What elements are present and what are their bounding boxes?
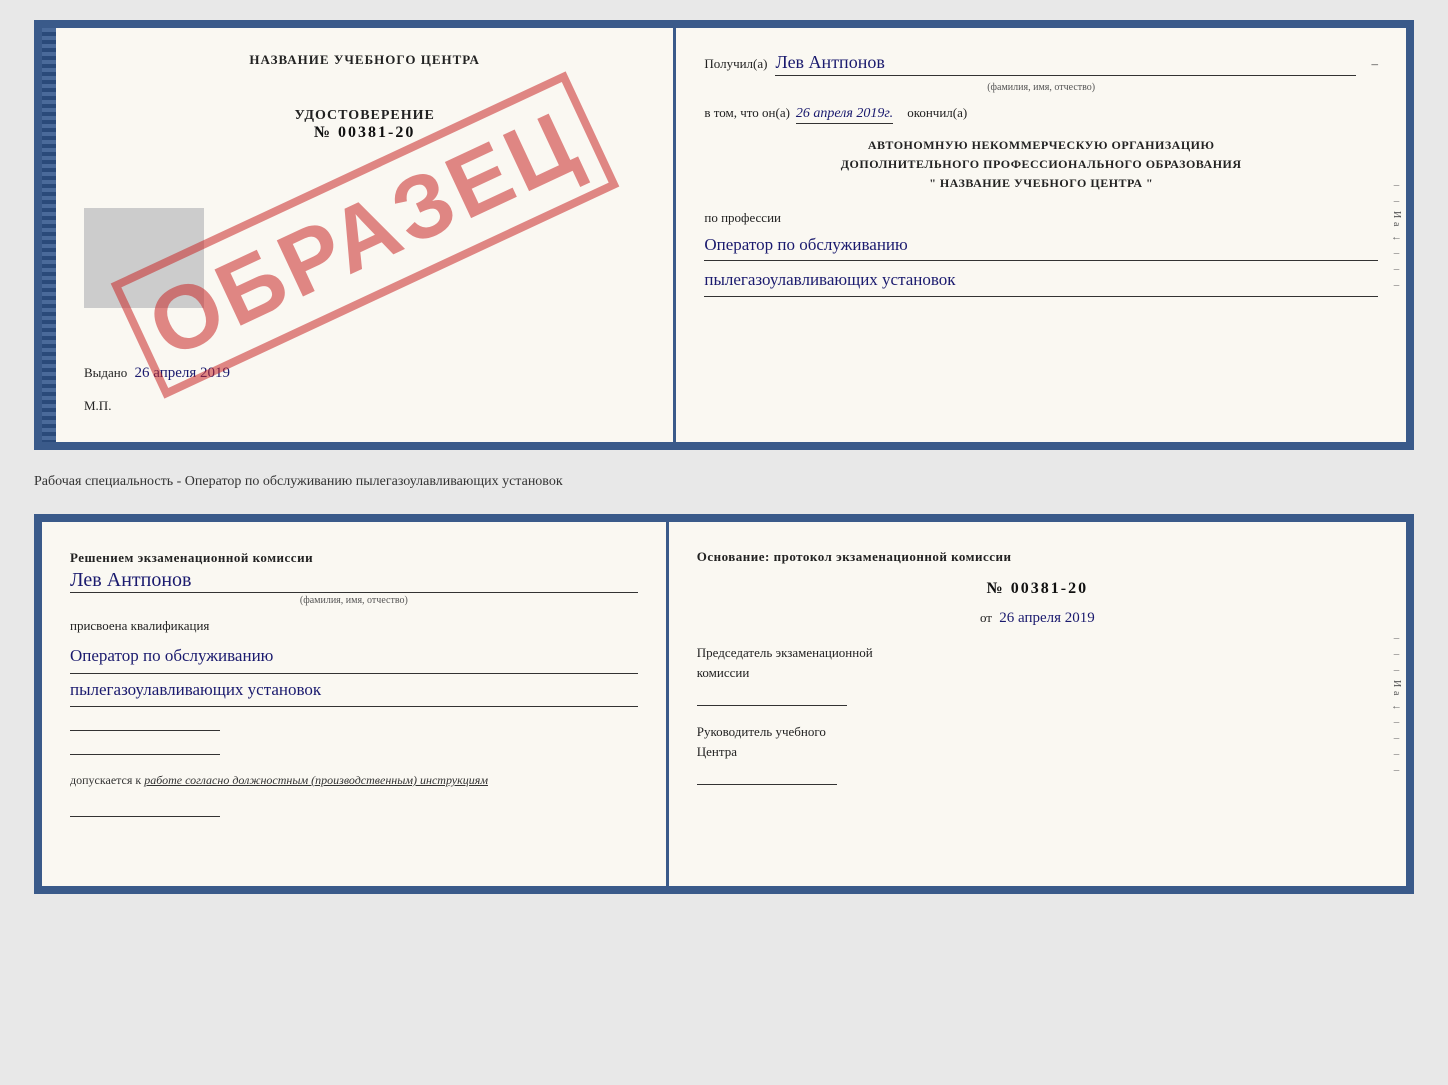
vtom-line: в том, что он(а) 26 апреля 2019г. окончи…	[704, 105, 1378, 124]
dopuskaetsya-text: работе согласно должностным (производств…	[144, 773, 488, 787]
bottom-recipient-name: Лев Антпонов	[70, 569, 638, 593]
udostoverenie-block: УДОСТОВЕРЕНИЕ № 00381-20	[84, 108, 645, 142]
poluchil-line: Получил(а) Лев Антпонов –	[704, 52, 1378, 76]
vydano-date: 26 апреля 2019	[135, 365, 231, 381]
bottom-right-side-markers: – – – И а ← – – – –	[1391, 522, 1402, 886]
right-side-markers: – – И а ← – – –	[1391, 28, 1402, 442]
rukovoditel-block: Руководитель учебного Центра	[697, 722, 1378, 785]
resheniem-label: Решением экзаменационной комиссии	[70, 546, 638, 569]
udostoverenie-number: № 00381-20	[84, 124, 645, 142]
predsedatel-line2: комиссии	[697, 663, 1378, 683]
predsedatel-line1: Председатель экзаменационной	[697, 643, 1378, 663]
qualification-line1: Оператор по обслуживанию	[70, 640, 638, 673]
po-professii-label: по профессии	[704, 210, 1378, 226]
signature-line-1	[70, 711, 220, 731]
org-line3: " НАЗВАНИЕ УЧЕБНОГО ЦЕНТРА "	[704, 174, 1378, 193]
top-left-page: НАЗВАНИЕ УЧЕБНОГО ЦЕНТРА УДОСТОВЕРЕНИЕ №…	[56, 28, 676, 442]
ot-line: от 26 апреля 2019	[697, 610, 1378, 627]
bottom-number: № 00381-20	[697, 580, 1378, 598]
okoncil-label: окончил(а)	[907, 105, 967, 121]
top-certificate-book: НАЗВАНИЕ УЧЕБНОГО ЦЕНТРА УДОСТОВЕРЕНИЕ №…	[34, 20, 1414, 450]
top-left-header: НАЗВАНИЕ УЧЕБНОГО ЦЕНТРА	[84, 52, 645, 68]
vydano-line: Выдано 26 апреля 2019	[84, 365, 645, 382]
top-right-page: Получил(а) Лев Антпонов – (фамилия, имя,…	[676, 28, 1406, 442]
predsedatel-signature	[697, 686, 847, 706]
poluchil-label: Получил(а)	[704, 56, 767, 72]
vtom-prefix: в том, что он(а)	[704, 105, 790, 121]
predsedatel-block: Председатель экзаменационной комиссии	[697, 643, 1378, 706]
mp-label: М.П.	[84, 398, 111, 414]
separator-text: Рабочая специальность - Оператор по обсл…	[34, 466, 1414, 498]
signature-line-2	[70, 735, 220, 755]
qualification-line2: пылегазоулавливающих установок	[70, 674, 638, 707]
profession-line1: Оператор по обслуживанию	[704, 230, 1378, 262]
document-container: НАЗВАНИЕ УЧЕБНОГО ЦЕНТРА УДОСТОВЕРЕНИЕ №…	[34, 20, 1414, 894]
bottom-left-page: Решением экзаменационной комиссии Лев Ан…	[42, 522, 669, 886]
fio-subtitle-top: (фамилия, имя, отчество)	[704, 82, 1378, 93]
bottom-certificate-book: Решением экзаменационной комиссии Лев Ан…	[34, 514, 1414, 894]
profession-line2: пылегазоулавливающих установок	[704, 265, 1378, 297]
dopuskaetsya-block: допускается к работе согласно должностны…	[70, 771, 638, 789]
org-line1: АВТОНОМНУЮ НЕКОММЕРЧЕСКУЮ ОРГАНИЗАЦИЮ	[704, 136, 1378, 155]
ot-date: 26 апреля 2019	[999, 610, 1095, 626]
signature-line-3	[70, 797, 220, 817]
osnovaniye-label: Основание: протокол экзаменационной коми…	[697, 546, 1378, 568]
bottom-right-page: Основание: протокол экзаменационной коми…	[669, 522, 1406, 886]
fio-subtitle-bottom: (фамилия, имя, отчество)	[70, 595, 638, 606]
ot-prefix: от	[980, 610, 992, 625]
org-line2: ДОПОЛНИТЕЛЬНОГО ПРОФЕССИОНАЛЬНОГО ОБРАЗО…	[704, 155, 1378, 174]
dopuskaetsya-prefix: допускается к	[70, 773, 141, 787]
prisvoena-label: присвоена квалификация	[70, 618, 638, 634]
photo-placeholder	[84, 208, 204, 308]
udostoverenie-label: УДОСТОВЕРЕНИЕ	[84, 108, 645, 124]
recipient-name: Лев Антпонов	[775, 52, 1355, 76]
rukovoditel-signature	[697, 765, 837, 785]
book-spine-top	[42, 28, 56, 442]
rukovoditel-line2: Центра	[697, 742, 1378, 762]
rukovoditel-line1: Руководитель учебного	[697, 722, 1378, 742]
vydano-label: Выдано	[84, 365, 127, 380]
org-block: АВТОНОМНУЮ НЕКОММЕРЧЕСКУЮ ОРГАНИЗАЦИЮ ДО…	[704, 136, 1378, 194]
vtom-date: 26 апреля 2019г.	[796, 106, 893, 124]
